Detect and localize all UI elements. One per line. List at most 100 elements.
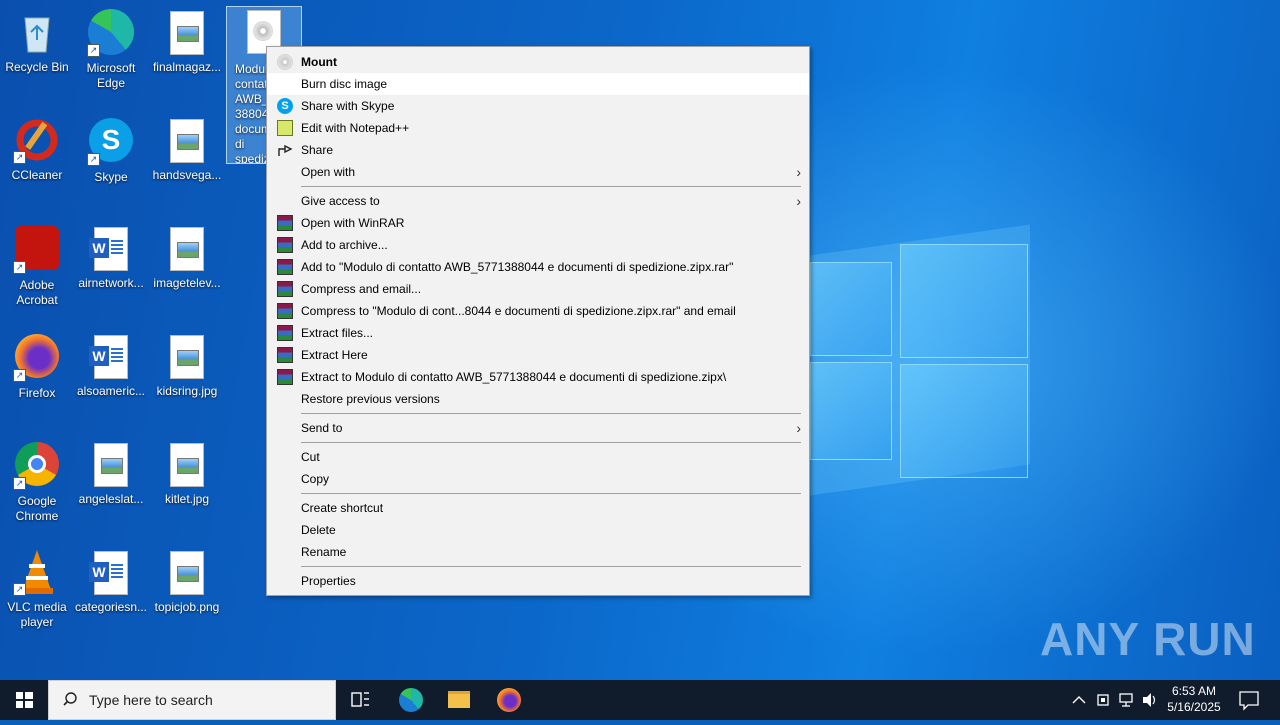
menu-item-give-access-to[interactable]: Give access to › xyxy=(267,190,809,212)
image-file-icon xyxy=(163,8,211,56)
task-view-button[interactable] xyxy=(336,680,384,720)
desktop-icon-recycle-bin[interactable]: Recycle Bin xyxy=(0,8,74,75)
taskbar-edge[interactable] xyxy=(386,680,434,720)
desktop-icon-label: Skype xyxy=(94,170,128,184)
menu-item-open-with[interactable]: Open with › xyxy=(267,161,809,183)
menu-item-delete[interactable]: Delete xyxy=(267,519,809,541)
desktop-icon-label: kidsring.jpg xyxy=(156,384,218,398)
start-button[interactable] xyxy=(0,680,48,720)
word-document-icon: W xyxy=(87,224,135,272)
desktop-icon-firefox[interactable]: ↗ Firefox xyxy=(0,332,74,401)
anyrun-watermark: ANY RUN xyxy=(1040,613,1256,665)
menu-item-copy[interactable]: Copy xyxy=(267,468,809,490)
menu-item-edit-with-notepadpp[interactable]: Edit with Notepad++ xyxy=(267,117,809,139)
menu-item-rename[interactable]: Rename xyxy=(267,541,809,563)
windows-logo-pane xyxy=(810,362,892,460)
menu-item-cut[interactable]: Cut xyxy=(267,446,809,468)
desktop-icon-skype[interactable]: S ↗ Skype xyxy=(74,116,148,185)
taskbar-firefox[interactable] xyxy=(484,680,532,720)
chevron-right-icon: › xyxy=(796,164,801,180)
menu-item-extract-files[interactable]: Extract files... xyxy=(267,322,809,344)
shortcut-arrow-icon: ↗ xyxy=(13,261,26,274)
menu-item-share-with-skype[interactable]: S Share with Skype xyxy=(267,95,809,117)
desktop-icon-vlc[interactable]: ↗ VLC media player xyxy=(0,548,74,630)
winrar-icon xyxy=(277,369,293,385)
shortcut-arrow-icon: ↗ xyxy=(87,44,100,57)
winrar-icon xyxy=(277,303,293,319)
desktop-icon-label: Microsoft Edge xyxy=(86,61,136,90)
word-document-icon: W xyxy=(87,332,135,380)
menu-item-open-with-winrar[interactable]: Open with WinRAR xyxy=(267,212,809,234)
task-view-icon xyxy=(351,692,369,707)
desktop-icon-kitlet[interactable]: kitlet.jpg xyxy=(150,440,224,507)
tray-volume-icon[interactable] xyxy=(1141,680,1159,720)
taskbar-clock[interactable]: 6:53 AM 5/16/2025 xyxy=(1158,683,1230,715)
tray-network-icon[interactable] xyxy=(1117,680,1137,720)
image-file-icon xyxy=(163,548,211,596)
shortcut-arrow-icon: ↗ xyxy=(13,477,26,490)
desktop-icon-adobe-acrobat[interactable]: ↗ Adobe Acrobat xyxy=(0,224,74,308)
desktop-icon-google-chrome[interactable]: ↗ Google Chrome xyxy=(0,440,74,524)
winrar-icon xyxy=(277,347,293,363)
desktop-icon-topicjob[interactable]: topicjob.png xyxy=(150,548,224,615)
desktop-icon-handsvega[interactable]: handsvega... xyxy=(150,116,224,183)
desktop-icon-label: angeleslat... xyxy=(78,492,144,506)
search-icon xyxy=(63,692,77,706)
chevron-right-icon: › xyxy=(796,193,801,209)
word-document-icon: W xyxy=(87,548,135,596)
taskbar-search-box[interactable]: Type here to search xyxy=(48,680,336,720)
menu-separator xyxy=(301,413,801,414)
clock-date: 5/16/2025 xyxy=(1167,700,1221,714)
windows-logo-pane xyxy=(900,364,1028,478)
windows-logo-pane xyxy=(810,262,892,356)
desktop-icon-categoriesn[interactable]: W categoriesn... xyxy=(74,548,148,615)
notification-icon xyxy=(1239,691,1259,711)
desktop-icon-airnetwork[interactable]: W airnetwork... xyxy=(74,224,148,291)
shortcut-arrow-icon: ↗ xyxy=(13,151,26,164)
notepad-plus-icon xyxy=(277,120,293,136)
menu-item-add-to-named-rar[interactable]: Add to "Modulo di contatto AWB_577138804… xyxy=(267,256,809,278)
desktop-icon-alsoameric[interactable]: W alsoameric... xyxy=(74,332,148,399)
taskbar-file-explorer[interactable] xyxy=(435,680,483,720)
menu-item-extract-to-folder[interactable]: Extract to Modulo di contatto AWB_577138… xyxy=(267,366,809,388)
firefox-icon xyxy=(497,688,521,712)
edge-icon xyxy=(399,688,423,712)
desktop-icon-kidsring[interactable]: kidsring.jpg xyxy=(150,332,224,399)
menu-separator xyxy=(301,566,801,567)
skype-icon: S ↗ xyxy=(87,118,135,166)
windows-logo-pane xyxy=(900,244,1028,358)
winrar-icon xyxy=(277,259,293,275)
firefox-icon: ↗ xyxy=(13,334,61,382)
menu-item-extract-here[interactable]: Extract Here xyxy=(267,344,809,366)
menu-item-mount[interactable]: Mount xyxy=(267,51,809,73)
action-center-button[interactable] xyxy=(1234,680,1264,720)
desktop-icon-finalmagaz[interactable]: finalmagaz... xyxy=(150,8,224,75)
desktop-icon-label: VLC media player xyxy=(7,600,67,629)
winrar-icon xyxy=(277,325,293,341)
desktop-icon-label: finalmagaz... xyxy=(152,60,222,74)
desktop-icon-microsoft-edge[interactable]: ↗ Microsoft Edge xyxy=(74,8,148,91)
image-file-icon xyxy=(163,332,211,380)
desktop-icon-angeleslat[interactable]: angeleslat... xyxy=(74,440,148,507)
winrar-icon xyxy=(277,281,293,297)
menu-item-properties[interactable]: Properties xyxy=(267,570,809,592)
shortcut-arrow-icon: ↗ xyxy=(13,583,26,596)
desktop-icon-imagetelev[interactable]: imagetelev... xyxy=(150,224,224,291)
menu-item-send-to[interactable]: Send to › xyxy=(267,417,809,439)
desktop-icon-label: Adobe Acrobat xyxy=(16,278,58,307)
menu-item-burn-disc-image[interactable]: Burn disc image xyxy=(267,73,809,95)
menu-item-share[interactable]: Share xyxy=(267,139,809,161)
menu-item-compress-and-email[interactable]: Compress and email... xyxy=(267,278,809,300)
menu-item-compress-to-named-rar-and-email[interactable]: Compress to "Modulo di cont...8044 e doc… xyxy=(267,300,809,322)
menu-item-restore-previous-versions[interactable]: Restore previous versions xyxy=(267,388,809,410)
chevron-right-icon: › xyxy=(796,420,801,436)
menu-item-create-shortcut[interactable]: Create shortcut xyxy=(267,497,809,519)
recycle-bin-icon xyxy=(13,8,61,56)
chevron-up-icon xyxy=(1072,696,1086,704)
desktop-icon-ccleaner[interactable]: ↗ CCleaner xyxy=(0,116,74,183)
tray-device-icon[interactable] xyxy=(1094,680,1112,720)
taskbar: Type here to search 6:53 AM 5/16/2025 xyxy=(0,680,1280,720)
skype-icon: S xyxy=(277,98,293,114)
show-hidden-icons-button[interactable] xyxy=(1070,680,1088,720)
menu-item-add-to-archive[interactable]: Add to archive... xyxy=(267,234,809,256)
